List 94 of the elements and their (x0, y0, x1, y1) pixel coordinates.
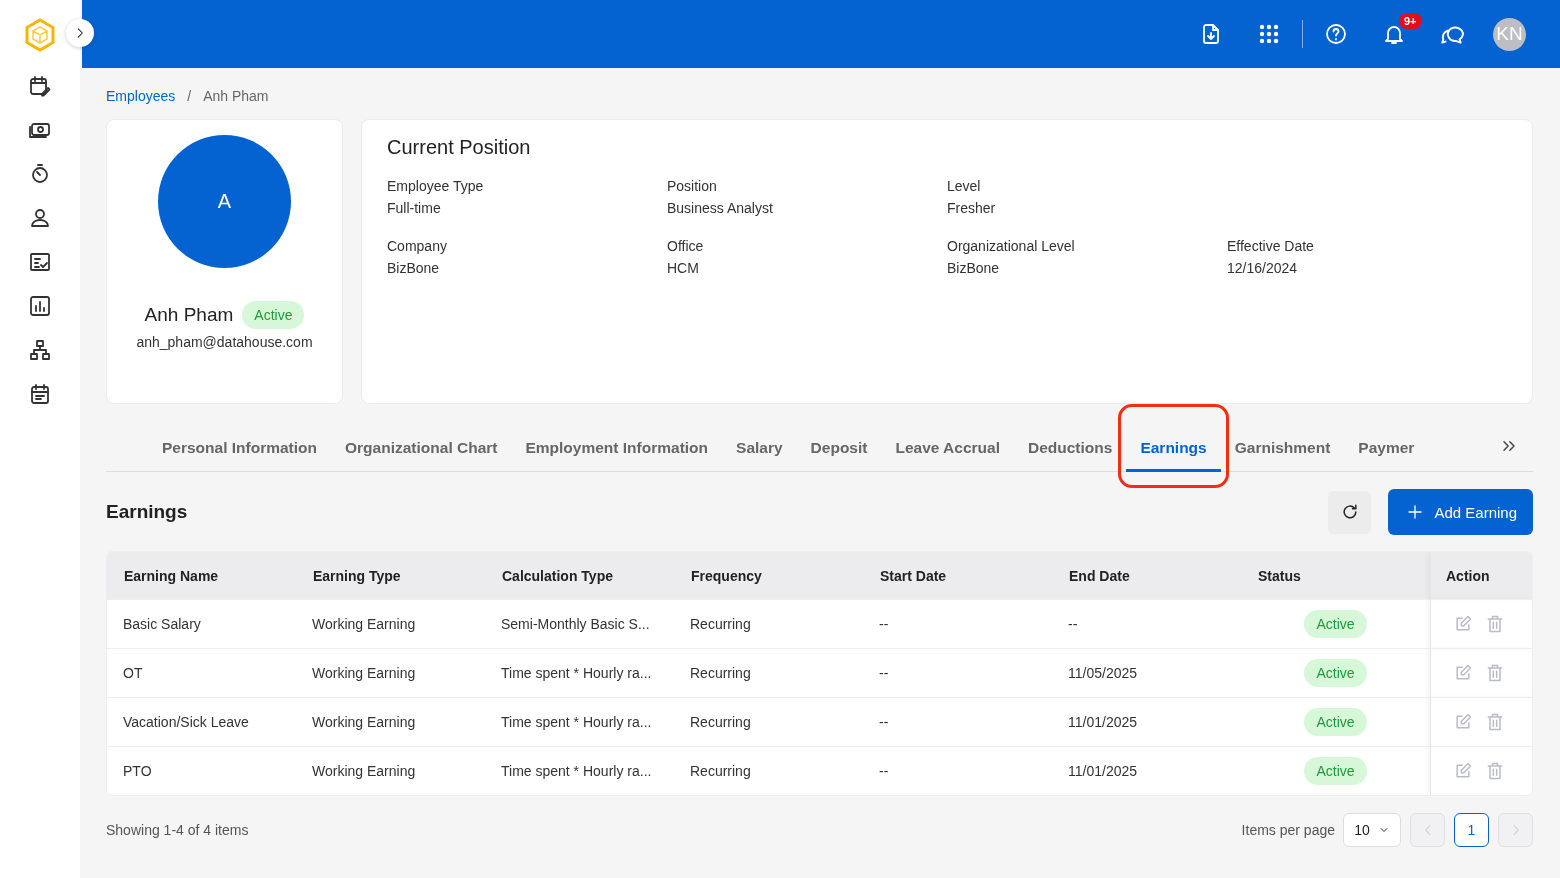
column-header: Action (1430, 552, 1532, 599)
column-header: Frequency (674, 552, 863, 599)
notification-badge: 9+ (1399, 13, 1422, 29)
field-value: Full-time (387, 200, 442, 216)
status-pill: Active (1304, 610, 1367, 638)
field-label: Level (947, 178, 982, 194)
table-cell: Recurring (674, 746, 863, 795)
table-cell: Time spent * Hourly ra... (485, 746, 674, 795)
calendar-icon[interactable] (28, 382, 52, 406)
breadcrumb-separator: / (187, 88, 192, 104)
refresh-button[interactable] (1328, 490, 1372, 534)
field-value: Fresher (947, 200, 997, 216)
column-header: End Date (1052, 552, 1241, 599)
column-header: Start Date (863, 552, 1052, 599)
edit-icon (1453, 614, 1473, 634)
field-label: Organizational Level (947, 238, 1076, 254)
tab[interactable]: Personal Information (148, 426, 332, 472)
field-value: HCM (667, 260, 700, 276)
table-cell: -- (1052, 599, 1241, 648)
table-cell: Working Earning (296, 648, 485, 697)
field-value: BizBone (947, 260, 1001, 276)
table-cell: 11/01/2025 (1052, 746, 1241, 795)
trash-icon (1485, 614, 1505, 634)
field-label: Employee Type (387, 178, 485, 194)
table-cell: Time spent * Hourly ra... (485, 648, 674, 697)
help-icon[interactable] (1324, 22, 1348, 46)
breadcrumb-link[interactable]: Employees (106, 88, 176, 104)
table-cell: Working Earning (296, 599, 485, 648)
hierarchy-icon[interactable] (28, 338, 52, 362)
table-cell: Working Earning (296, 746, 485, 795)
employee-name: Anh Pham (144, 304, 234, 326)
page-button[interactable]: 1 (1454, 813, 1489, 847)
card-title: Current Position (387, 136, 532, 159)
user-icon[interactable] (28, 206, 52, 230)
column-header: Earning Name (107, 552, 296, 599)
breadcrumb-current: Anh Pham (203, 88, 269, 104)
table-cell: Semi-Monthly Basic S... (485, 599, 674, 648)
table-cell: 11/05/2025 (1052, 648, 1241, 697)
status-pill: Active (242, 301, 305, 329)
edit-icon (1453, 663, 1473, 683)
field-label: Effective Date (1227, 238, 1315, 254)
tab[interactable]: Deductions (1014, 426, 1127, 472)
employee-email: anh_pham@datahouse.com (136, 334, 313, 350)
table-cell: Basic Salary (107, 599, 296, 648)
trash-icon (1485, 761, 1505, 781)
column-header: Earning Type (296, 552, 485, 599)
column-header: Calculation Type (485, 552, 674, 599)
trash-icon (1485, 712, 1505, 732)
table-cell: Recurring (674, 599, 863, 648)
tab[interactable]: Leave Accrual (881, 426, 1014, 472)
plus-icon (1406, 503, 1425, 521)
tab[interactable]: Employment Information (511, 426, 723, 472)
tab[interactable]: Salary (722, 426, 797, 472)
tab[interactable]: Organizational Chart (331, 426, 512, 472)
tab[interactable]: Garnishment (1220, 426, 1345, 472)
table-cell: Working Earning (296, 697, 485, 746)
apps-grid-icon[interactable] (1257, 22, 1281, 46)
checklist-icon[interactable] (28, 250, 52, 274)
edit-icon (1453, 761, 1473, 781)
table-cell: PTO (107, 746, 296, 795)
status-pill: Active (1304, 757, 1367, 785)
status-pill: Active (1304, 659, 1367, 687)
table-cell: Recurring (674, 697, 863, 746)
field-value: 12/16/2024 (1227, 260, 1299, 276)
table-cell: OT (107, 648, 296, 697)
tab[interactable]: Paymer (1344, 426, 1429, 472)
tab[interactable]: Deposit (796, 426, 882, 472)
expand-button[interactable] (66, 19, 94, 47)
field-label: Office (667, 238, 705, 254)
calendar-edit-icon[interactable] (28, 74, 52, 98)
per-page-select[interactable]: 10 (1343, 813, 1401, 847)
table-cell: -- (863, 697, 1052, 746)
add-earning-button[interactable]: Add Earning (1388, 489, 1533, 535)
per-page-label: Items per page (1241, 822, 1335, 838)
table-cell: Time spent * Hourly ra... (485, 697, 674, 746)
field-value: BizBone (387, 260, 441, 276)
table-cell: -- (863, 648, 1052, 697)
column-header: Status (1241, 552, 1430, 599)
table-cell: 11/01/2025 (1052, 697, 1241, 746)
items-summary: Showing 1-4 of 4 items (106, 822, 250, 838)
profile-avatar: A (158, 135, 291, 268)
table-cell: -- (863, 746, 1052, 795)
table-cell: -- (863, 599, 1052, 648)
trash-icon (1485, 663, 1505, 683)
edit-icon (1453, 712, 1473, 732)
field-label: Position (667, 178, 718, 194)
field-label: Company (387, 238, 448, 254)
table-cell: Recurring (674, 648, 863, 697)
section-title: Earnings (106, 501, 189, 523)
bar-chart-icon[interactable] (28, 294, 52, 318)
tab[interactable]: Earnings (1126, 426, 1221, 472)
field-value: Business Analyst (667, 200, 774, 216)
status-pill: Active (1304, 708, 1367, 736)
table-cell: Vacation/Sick Leave (107, 697, 296, 746)
